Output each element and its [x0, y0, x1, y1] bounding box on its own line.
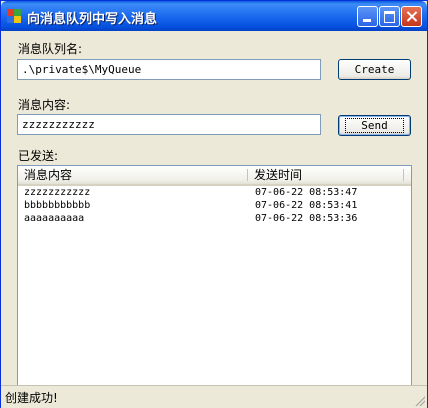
main-window: 向消息队列中写入消息 消息队列名: .\private$\MyQueue Cre… [0, 0, 428, 408]
status-text: 创建成功! [5, 391, 58, 405]
item-content: aaaaaaaaaa [24, 213, 85, 224]
maximize-button[interactable] [379, 6, 400, 27]
column-header-content[interactable]: 消息内容 [18, 166, 248, 184]
sent-messages-label: 已发送: [18, 149, 59, 163]
window-title: 向消息队列中写入消息 [27, 12, 158, 27]
app-icon[interactable] [7, 9, 21, 23]
queue-name-input[interactable]: .\private$\MyQueue [17, 59, 321, 80]
send-button-label: Send [345, 118, 404, 133]
column-header-time[interactable]: 发送时间 [248, 166, 404, 184]
resize-grip-icon[interactable] [413, 394, 425, 406]
sent-messages-list[interactable]: 消息内容 发送时间 zzzzzzzzzzz 07-06-22 08:53:47 … [17, 165, 412, 387]
queue-name-label: 消息队列名: [18, 42, 83, 56]
title-bar[interactable]: 向消息队列中写入消息 [1, 1, 427, 31]
message-content-label: 消息内容: [18, 98, 71, 112]
item-content: zzzzzzzzzzz [24, 187, 91, 198]
item-content: bbbbbbbbbbb [24, 200, 91, 211]
message-content-input[interactable]: zzzzzzzzzzz [17, 114, 321, 135]
minimize-button[interactable] [357, 6, 378, 27]
send-button[interactable]: Send [338, 115, 411, 136]
item-time: 07-06-22 08:53:47 [255, 187, 358, 198]
close-button[interactable] [401, 6, 422, 27]
item-time: 07-06-22 08:53:41 [255, 200, 358, 211]
item-time: 07-06-22 08:53:36 [255, 213, 358, 224]
status-bar: 创建成功! [1, 385, 427, 408]
create-button[interactable]: Create [338, 59, 411, 80]
list-header: 消息内容 发送时间 [18, 166, 411, 186]
